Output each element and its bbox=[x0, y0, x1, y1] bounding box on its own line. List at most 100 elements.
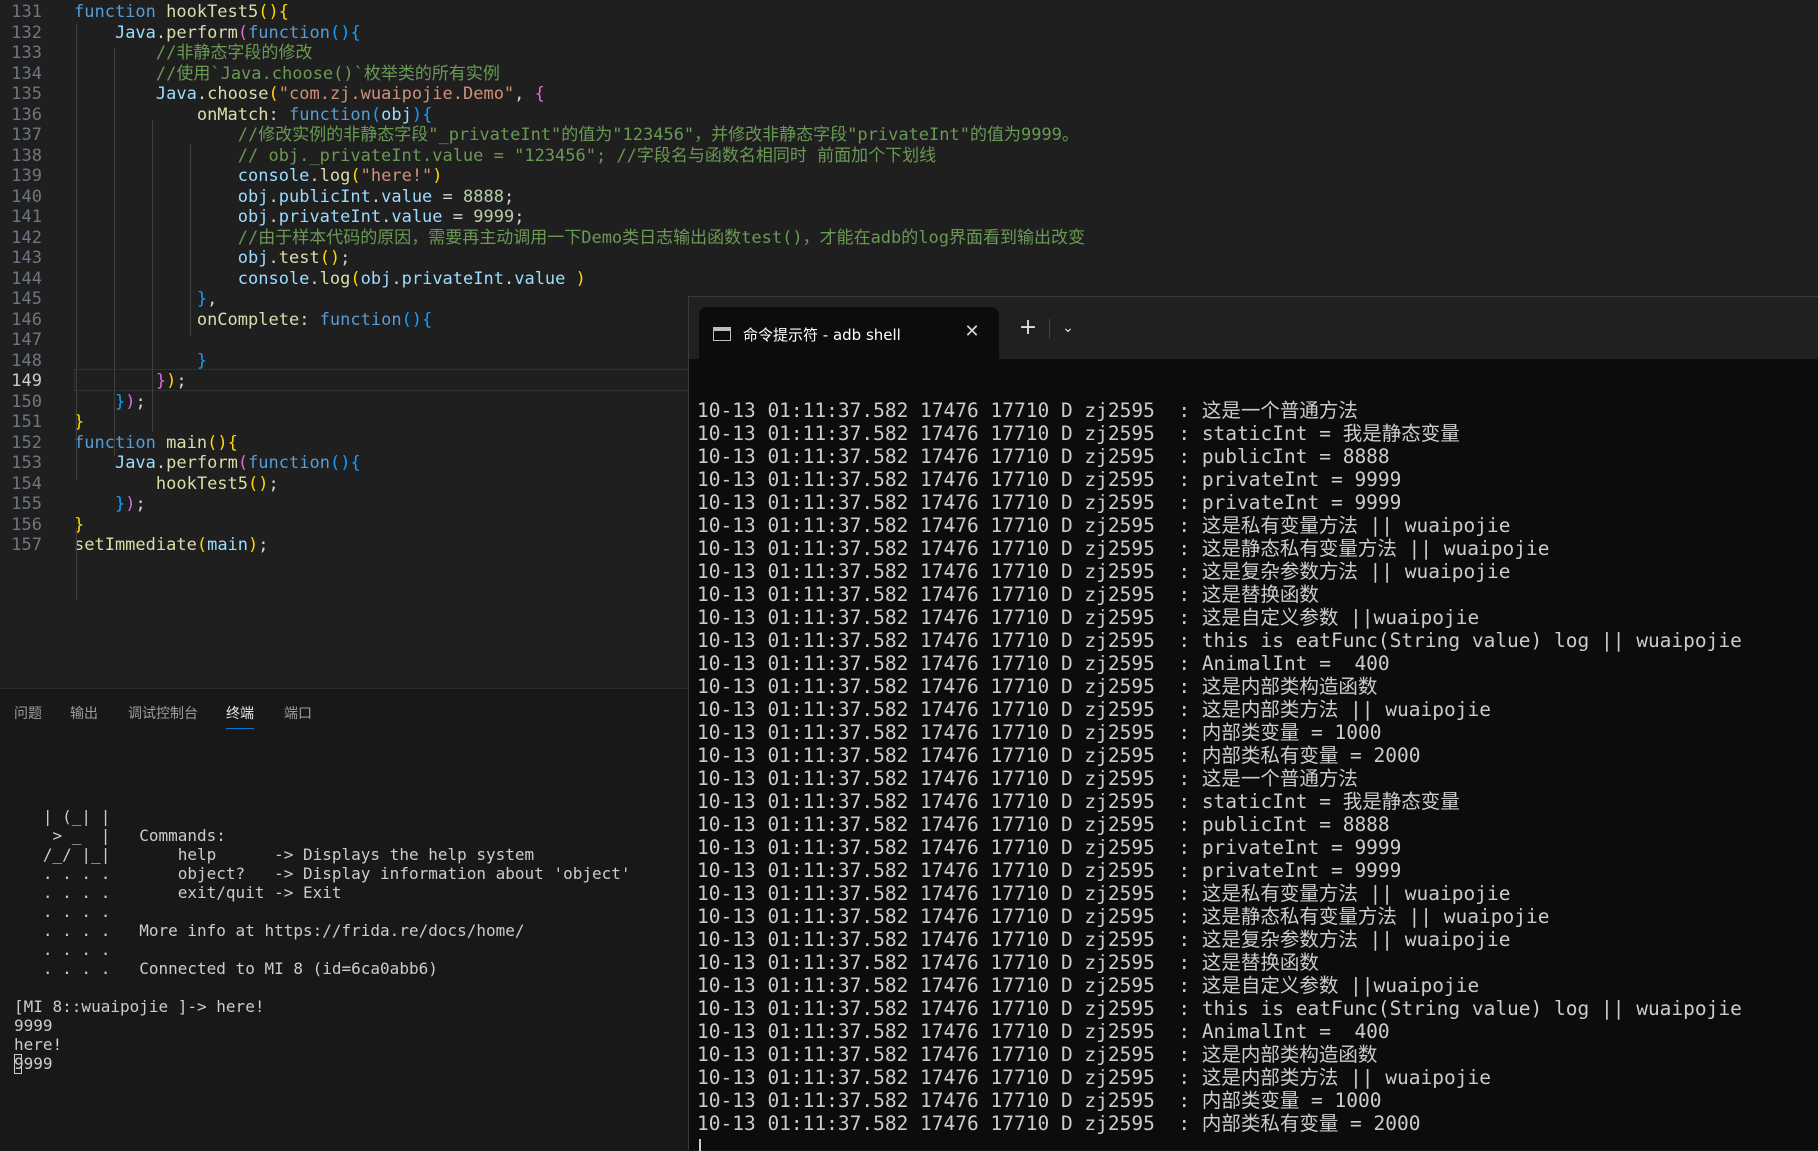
code-token: //使用`Java.choose()`枚举类的所有实例 bbox=[74, 63, 500, 84]
terminal-line: . . . . Connected to MI 8 (id=6ca0abb6) bbox=[14, 959, 438, 978]
log-line: 10-13 01:11:37.582 17476 17710 D zj2595 … bbox=[697, 767, 1358, 790]
code-token: //修改实例的非静态字段"_privateInt"的值为"123456"，并修改… bbox=[74, 125, 1079, 145]
log-line: 10-13 01:11:37.582 17476 17710 D zj2595 … bbox=[697, 537, 1550, 560]
code-token: } bbox=[196, 289, 208, 309]
log-line: 10-13 01:11:37.582 17476 17710 D zj2595 … bbox=[697, 629, 1742, 652]
code-token: () bbox=[401, 309, 423, 330]
log-line: 10-13 01:11:37.582 17476 17710 D zj2595 … bbox=[697, 790, 1460, 813]
code-token: ; bbox=[176, 371, 187, 391]
code-token: perform bbox=[166, 22, 238, 43]
code-token: . bbox=[155, 22, 167, 43]
code-token: onComplete bbox=[196, 309, 300, 330]
code-token: main bbox=[207, 535, 249, 555]
code-token: . bbox=[268, 207, 279, 227]
cmd-icon bbox=[713, 327, 731, 341]
code-token: . bbox=[381, 207, 392, 227]
tab-ports[interactable]: 端口 bbox=[284, 703, 312, 723]
code-token: . bbox=[309, 166, 320, 186]
close-tab-button[interactable]: ✕ bbox=[961, 319, 983, 345]
code-token: { bbox=[278, 2, 289, 22]
code-token: ( bbox=[237, 22, 249, 43]
code-token: . bbox=[370, 186, 382, 207]
tab-problems[interactable]: 问题 bbox=[14, 703, 42, 723]
code-token: ( bbox=[350, 166, 361, 186]
code-token: hookTest5 bbox=[155, 473, 249, 494]
adb-log-output[interactable]: 10-13 01:11:37.582 17476 17710 D zj2595 … bbox=[697, 399, 1818, 1135]
tab-adb-shell[interactable]: 命令提示符 - adb shell ✕ bbox=[699, 307, 999, 359]
code-token: . bbox=[268, 186, 279, 207]
code-token: ; bbox=[258, 535, 269, 555]
code-token: console bbox=[237, 166, 310, 186]
code-token: 9999 bbox=[473, 207, 515, 227]
indent-guide bbox=[152, 120, 153, 432]
code-text: setImmediate(main); bbox=[74, 533, 269, 557]
new-tab-button[interactable]: + bbox=[1015, 315, 1041, 341]
log-line: 10-13 01:11:37.582 17476 17710 D zj2595 … bbox=[697, 859, 1402, 882]
code-token: } bbox=[114, 494, 126, 514]
code-token: obj bbox=[237, 207, 269, 227]
log-line: 10-13 01:11:37.582 17476 17710 D zj2595 … bbox=[697, 882, 1511, 905]
log-line: 10-13 01:11:37.582 17476 17710 D zj2595 … bbox=[697, 1020, 1390, 1043]
log-line: 10-13 01:11:37.582 17476 17710 D zj2595 … bbox=[697, 606, 1480, 629]
chevron-down-icon[interactable]: ⌄ bbox=[1055, 315, 1081, 341]
code-token: ; bbox=[514, 207, 525, 227]
code-token: () bbox=[207, 432, 228, 453]
titlebar-separator bbox=[1049, 319, 1050, 339]
adb-shell-window[interactable]: 命令提示符 - adb shell ✕ + ⌄ 10-13 01:11:37.5… bbox=[688, 296, 1818, 1151]
code-token: // obj._privateInt.value = "123456"; //字… bbox=[74, 145, 937, 166]
code-token: . bbox=[503, 268, 515, 289]
log-line: 10-13 01:11:37.582 17476 17710 D zj2595 … bbox=[697, 813, 1390, 836]
panel-tabs: 问题 输出 调试控制台 终端 端口 bbox=[0, 689, 700, 733]
code-token: ( bbox=[196, 535, 208, 555]
window-titlebar[interactable]: 命令提示符 - adb shell ✕ + ⌄ bbox=[689, 297, 1818, 359]
log-line: 10-13 01:11:37.582 17476 17710 D zj2595 … bbox=[697, 491, 1402, 514]
code-token: obj bbox=[360, 268, 392, 289]
code-token: } bbox=[114, 391, 126, 412]
code-token: value bbox=[391, 207, 443, 227]
code-token: () bbox=[329, 22, 351, 43]
log-line: 10-13 01:11:37.582 17476 17710 D zj2595 … bbox=[697, 445, 1390, 468]
code-token: , bbox=[514, 84, 535, 104]
code-token: : bbox=[268, 104, 289, 125]
code-token: . bbox=[391, 268, 402, 289]
code-token: ; bbox=[135, 391, 146, 412]
code-token: } bbox=[196, 350, 208, 371]
code-token: ( bbox=[370, 104, 382, 125]
code-token: = bbox=[432, 186, 464, 207]
tab-terminal[interactable]: 终端 bbox=[226, 703, 254, 729]
code-token: ( bbox=[268, 84, 279, 104]
tab-title: 命令提示符 - adb shell bbox=[743, 326, 901, 344]
log-line: 10-13 01:11:37.582 17476 17710 D zj2595 … bbox=[697, 928, 1511, 951]
tab-debug-console[interactable]: 调试控制台 bbox=[128, 703, 198, 723]
code-token: Java bbox=[114, 22, 156, 43]
code-token: . bbox=[155, 453, 167, 473]
code-token: { bbox=[227, 432, 238, 453]
log-line: 10-13 01:11:37.582 17476 17710 D zj2595 … bbox=[697, 974, 1480, 997]
tab-output[interactable]: 输出 bbox=[70, 703, 98, 723]
code-token: publicInt bbox=[278, 186, 371, 207]
log-line: 10-13 01:11:37.582 17476 17710 D zj2595 … bbox=[697, 652, 1390, 675]
log-line: 10-13 01:11:37.582 17476 17710 D zj2595 … bbox=[697, 422, 1460, 445]
log-line: 10-13 01:11:37.582 17476 17710 D zj2595 … bbox=[697, 399, 1358, 422]
log-line: 10-13 01:11:37.582 17476 17710 D zj2595 … bbox=[697, 905, 1550, 928]
line-number: 157 bbox=[11, 535, 42, 555]
code-token: . bbox=[268, 248, 279, 268]
code-token: function bbox=[248, 22, 330, 43]
log-line: 10-13 01:11:37.582 17476 17710 D zj2595 … bbox=[697, 1089, 1382, 1112]
code-token: value bbox=[514, 268, 566, 289]
code-token: function bbox=[288, 104, 371, 125]
code-token: function bbox=[319, 309, 402, 330]
code-token: () bbox=[258, 2, 279, 22]
log-line: 10-13 01:11:37.582 17476 17710 D zj2595 … bbox=[697, 744, 1421, 767]
